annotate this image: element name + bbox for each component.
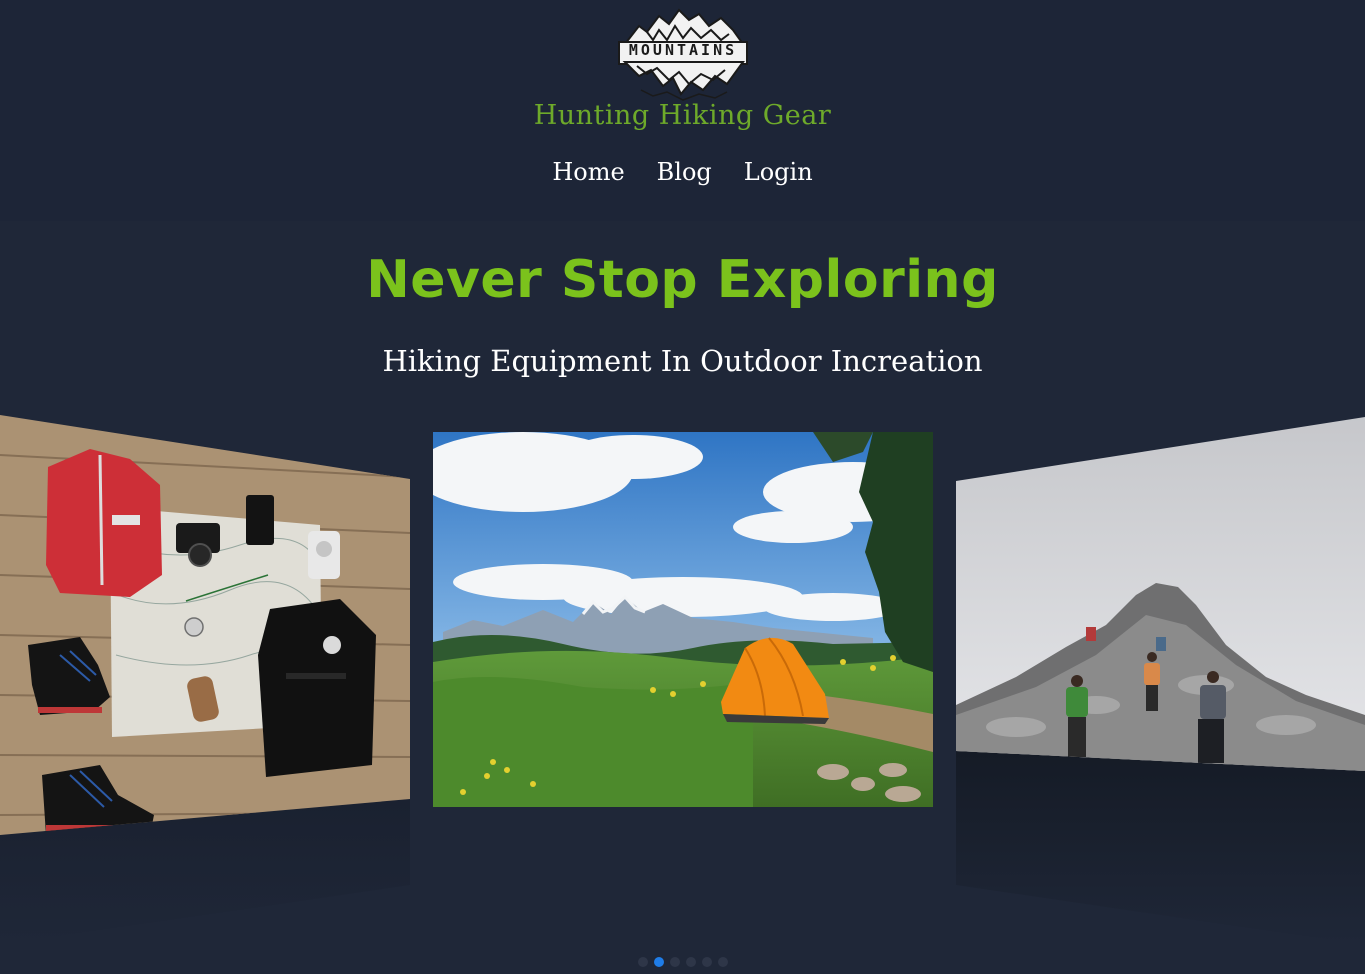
carousel-pagination <box>0 957 1365 967</box>
carousel-dot[interactable] <box>685 957 696 967</box>
page: MOUNTAINS Hunting Hiking Gear Home Blog … <box>0 0 1365 974</box>
carousel-dot[interactable] <box>717 957 728 967</box>
nav-home-link[interactable]: Home <box>552 158 624 186</box>
main-nav: Home Blog Login <box>0 158 1365 186</box>
carousel-slide-left[interactable] <box>0 415 410 945</box>
logo-text: MOUNTAINS <box>628 41 738 59</box>
hero-title: Never Stop Exploring <box>366 250 999 310</box>
hiking-gear-flatlay-image <box>0 415 410 945</box>
carousel-dot[interactable] <box>653 957 664 967</box>
nav-blog-link[interactable]: Blog <box>657 158 712 186</box>
nav-login-link[interactable]: Login <box>744 158 813 186</box>
camping-tent-mountain-image <box>433 432 933 807</box>
hikers-climbing-peak-image <box>956 417 1365 945</box>
hero-subtitle: Hiking Equipment In Outdoor Increation <box>382 344 983 378</box>
carousel-dot[interactable] <box>669 957 680 967</box>
carousel-dot[interactable] <box>637 957 648 967</box>
site-name[interactable]: Hunting Hiking Gear <box>0 100 1365 131</box>
mountains-logo[interactable]: MOUNTAINS <box>617 4 749 102</box>
site-header: MOUNTAINS Hunting Hiking Gear Home Blog … <box>0 0 1365 221</box>
carousel-slide-right[interactable] <box>956 415 1365 945</box>
carousel-slide-active[interactable] <box>433 432 933 807</box>
carousel-dot[interactable] <box>701 957 712 967</box>
